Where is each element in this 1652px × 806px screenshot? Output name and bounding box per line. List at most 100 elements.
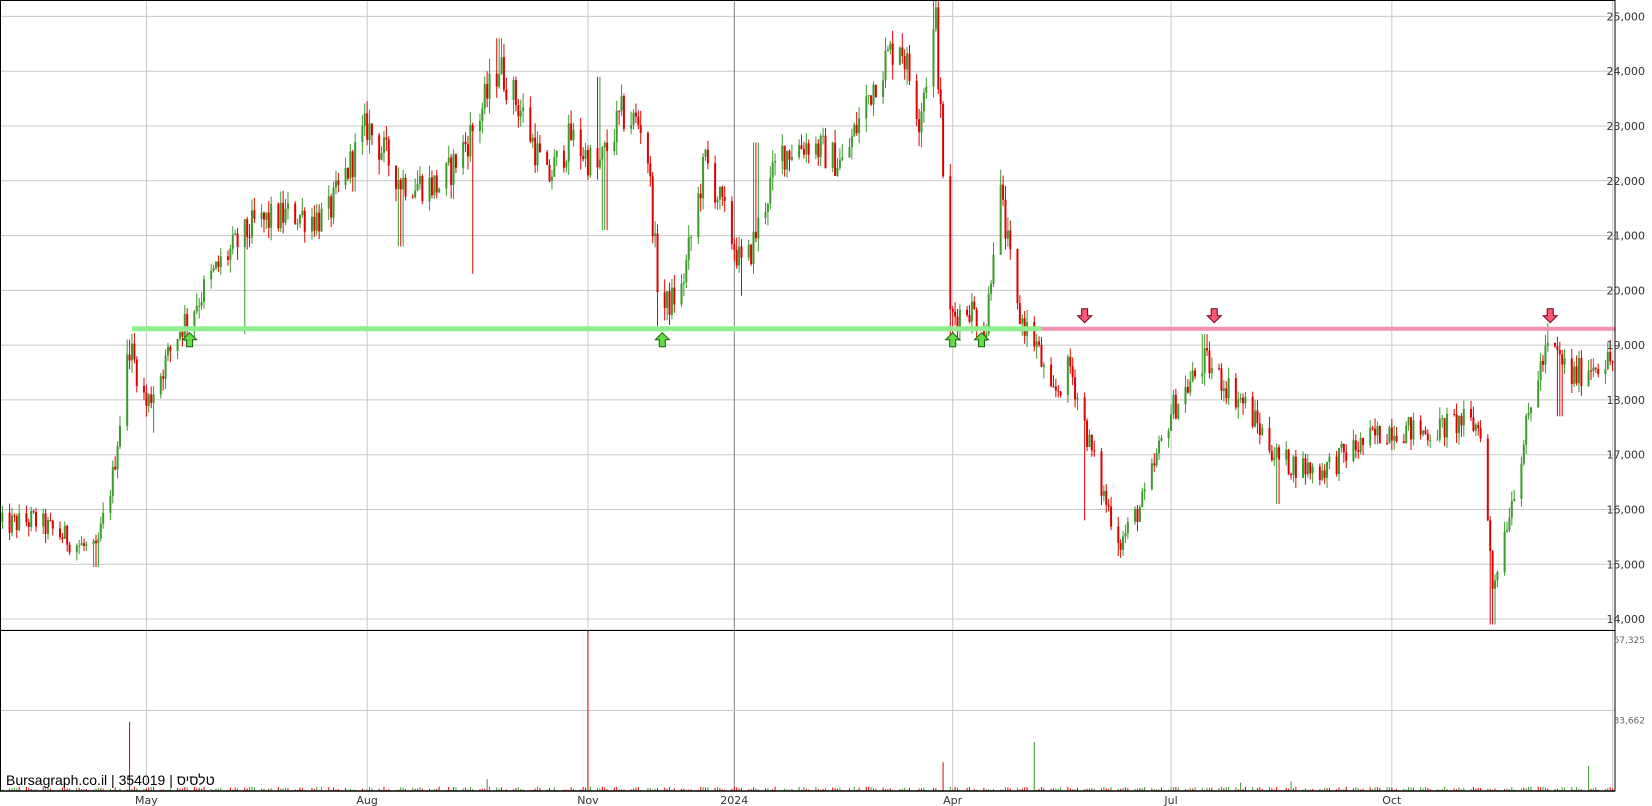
candle-body [630,125,633,129]
candle-body [349,151,352,179]
candle-body [562,150,565,168]
candle-body [1016,249,1019,304]
candle-body [438,188,441,193]
candle-body [1242,397,1245,404]
candle-body [651,176,654,237]
candle-body [747,244,750,258]
candle-body [1539,360,1542,381]
candle-body [529,107,532,142]
candle-body [1328,456,1331,463]
candle-body [706,149,709,164]
candle-body [1419,420,1422,435]
candle-body [1141,491,1144,508]
candle-body [282,202,285,223]
candle-body [195,305,198,312]
candle-body [1090,434,1093,451]
candle-body [1611,361,1614,363]
candle-body [502,57,505,90]
candle-body [267,212,270,228]
candle-body [313,216,316,231]
candle-body [788,150,791,160]
candle-body [1472,417,1475,431]
candle-body [958,309,961,330]
candle-body [1554,342,1557,347]
candle-body [618,110,621,112]
candle-body [94,540,97,544]
candle-body [169,346,172,352]
candle-body [1335,456,1338,474]
candle-body [752,231,755,264]
candle-body [865,96,868,119]
chart-frame [0,0,1616,792]
candle-body [690,237,693,239]
candle-body [1395,435,1398,442]
candle-body [1304,458,1307,475]
candle-body [200,301,203,306]
candle-body [1486,438,1489,521]
candle-body [193,311,196,326]
candle-body [999,184,1002,255]
candle-body [1386,443,1389,445]
candle-body [1239,397,1242,400]
candle-body [1057,390,1060,392]
candle-body [1340,443,1343,448]
candle-body [1050,364,1053,387]
candle-body [1275,447,1278,458]
candle-body [1225,388,1228,399]
candle-body [819,136,822,158]
candle-body [1177,404,1180,419]
candle-body [1369,427,1372,445]
candle-body [550,176,553,181]
candle-body [217,261,220,268]
candle-body [488,73,491,99]
candle-body [1006,230,1009,239]
candle-body [723,196,726,202]
candle-body [1578,358,1581,384]
candle-body [246,219,249,238]
candle-body [1520,463,1523,499]
candle-body [1153,463,1156,466]
candle-body [236,233,239,248]
candle-body [584,150,587,159]
candle-body [1470,408,1473,418]
candle-body [1563,358,1566,365]
candle-body [1522,444,1525,464]
candle-body [781,145,784,162]
candle-body [570,123,573,141]
candle-body [97,538,100,544]
candle-body [478,120,481,132]
candle-body [682,282,685,284]
candle-body [1580,358,1583,386]
candle-body [1124,533,1127,537]
candle-body [1261,427,1264,435]
candle-body [387,139,390,166]
candle-body [1318,466,1321,480]
candle-body [853,124,856,137]
candle-body [1206,348,1209,351]
candle-body [1446,413,1449,438]
candle-body [872,84,875,105]
candle-body [1561,354,1564,365]
candle-body [1155,452,1158,466]
candle-body [210,270,213,280]
candle-body [32,511,35,513]
candle-body [85,544,88,546]
candle-body [344,167,347,186]
candle-body [402,177,405,190]
candle-body [903,56,906,70]
candle-body [536,143,539,166]
candle-body [450,157,453,186]
candle-body [1110,506,1113,527]
candle-body [500,57,503,74]
candle-body [109,495,112,513]
candle-body [757,217,760,239]
plot-border [0,0,1616,792]
candle-body [790,157,793,160]
arrow-down-icon [1542,308,1559,324]
candle-body [1122,536,1125,550]
candle-body [925,86,928,93]
candle-body [219,256,222,268]
candle-body [82,543,85,546]
candle-body [906,53,909,70]
candle-body [730,201,733,245]
